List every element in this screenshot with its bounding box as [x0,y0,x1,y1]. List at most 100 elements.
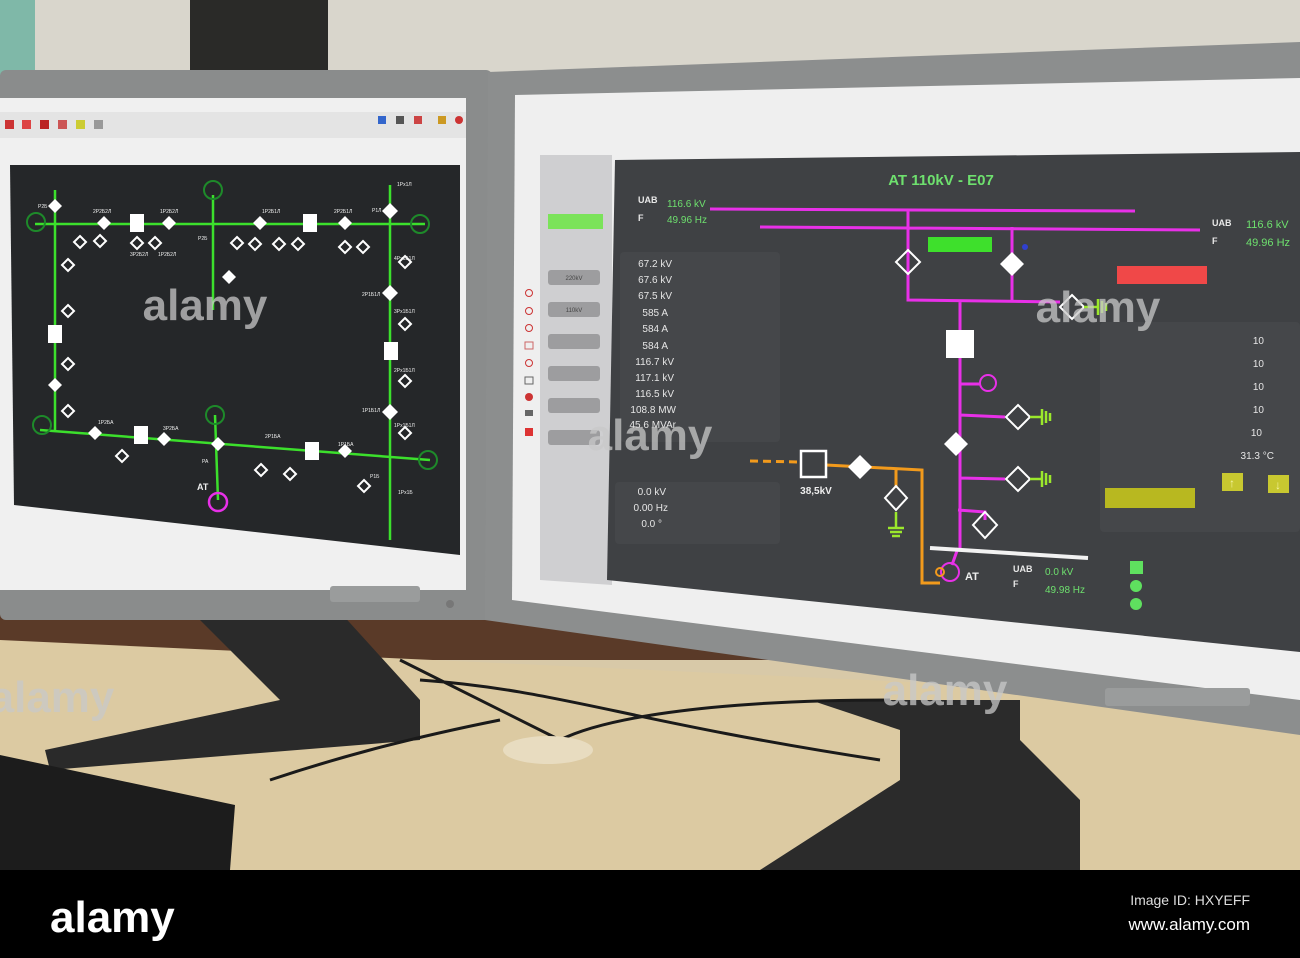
voltage-label: UAB [1212,218,1232,228]
label: 1P1БA [338,442,354,448]
side-button[interactable] [548,334,600,349]
measurement: 67.5 kV [638,291,672,302]
transformer-label: AT [965,571,979,583]
circuit-breaker[interactable] [946,330,974,358]
voltage-value: 116.6 kV [667,199,706,210]
status-led-green [1130,580,1142,592]
frequency-value: 49.96 Hz [1246,237,1290,249]
button-label: 220kV [565,276,582,282]
label: P1Б [370,474,380,480]
measurement: 116.7 kV [635,357,674,368]
frequency-value: 49.96 Hz [667,215,707,226]
toolbar-icon[interactable] [378,116,386,124]
frequency-label: F [1013,579,1019,589]
label: 2P2Б1Л [334,209,352,215]
power-button[interactable] [446,600,454,608]
tap-value: 10 [1253,382,1265,393]
measurement: 585 A [642,308,668,319]
label: 2Px1Б1Л [394,368,415,374]
breaker[interactable] [303,214,317,232]
label: 1P2БA [98,420,114,426]
label: P2Б [198,236,208,242]
label: 1Px1Л [397,182,412,188]
label: P1Л [372,208,381,214]
footer-bar [0,870,1300,958]
footer-url[interactable]: www.alamy.com [1127,915,1250,934]
warning-indicator-yellow [1105,488,1195,508]
tap-value: 10 [1251,428,1263,439]
label: PA [202,459,209,465]
print-icon[interactable] [525,410,533,416]
status-led-green [1130,598,1142,610]
wall-control-panel [190,0,328,80]
monitor-buttons[interactable] [330,586,420,602]
tap-value: 10 [1253,405,1265,416]
toolbar-icon[interactable] [5,120,14,129]
side-button[interactable] [548,366,600,381]
photo-scene: P2Б 2P2Б2Л 1P2Б2Л P2Б 1P2Б1Л 2P2Б1Л P1Л … [0,0,1300,958]
transformer-label: AT [197,482,209,492]
status-square-green [1130,561,1143,574]
frequency-label: F [1212,236,1218,246]
toolbar-icon[interactable] [414,116,422,124]
label: 4Px1Б1Л [394,256,415,262]
measurement: 0.0 kV [638,487,667,498]
left-toolbar [0,112,466,138]
label: 2P2Б2Л [93,209,111,215]
breaker[interactable] [48,325,62,343]
tap-value: 10 [1253,359,1265,370]
toolbar-icon[interactable] [22,120,31,129]
measurement: 117.1 kV [635,373,674,384]
arrow-down-icon: ↓ [1275,478,1281,492]
label: P2Б [38,204,48,210]
label: 2P1БA [265,434,281,440]
footer-logo: alamy [50,893,175,942]
frequency-value: 49.98 Hz [1045,585,1085,596]
measurement: 0.00 Hz [634,503,668,514]
toolbar-icon[interactable] [76,120,85,129]
cable-grommet [503,736,593,764]
watermark: alamy [883,666,1008,715]
measurement: 116.5 kV [635,389,674,400]
status-indicator-green [548,214,603,229]
label: 1P2Б2Л [160,209,178,215]
label: 1P2Б1Л [262,209,280,215]
voltage-level-label: 38,5kV [800,486,832,497]
measurement: 0.0 ° [641,519,662,530]
breaker[interactable] [134,426,148,444]
measurement: 584 A [642,341,668,352]
frequency-label: F [638,213,644,223]
watermark: alamy [143,281,268,330]
indicator-dot [1022,244,1028,250]
alarm-icon[interactable] [525,393,533,401]
label: 3P2БA [163,426,179,432]
alarm-indicator-red [1117,266,1207,284]
voltage-value: 116.6 kV [1246,219,1289,231]
label: 1P2Б2Л [158,252,176,258]
report-icon[interactable] [525,428,533,436]
label: 2P1Б1Л [362,292,380,298]
voltage-label: UAB [638,195,658,205]
toolbar-icon[interactable] [58,120,67,129]
watermark: alamy [588,411,713,460]
breaker[interactable] [305,442,319,460]
label: 3P2Б2Л [130,252,148,258]
measurement: 584 A [642,324,668,335]
power-icon[interactable] [455,116,463,124]
diagram-title: AT 110kV - E07 [888,172,994,189]
voltage-value: 0.0 kV [1045,567,1074,578]
breaker[interactable] [384,342,398,360]
breaker[interactable] [130,214,144,232]
monitor-buttons[interactable] [1105,688,1250,706]
tap-value: 10 [1253,336,1265,347]
status-bar-green [928,237,992,252]
label: 1Px1Б [398,490,413,496]
label: 1Px1Б1Л [394,423,415,429]
toolbar-icon[interactable] [40,120,49,129]
arrow-up-icon: ↑ [1229,476,1235,490]
toolbar-icon[interactable] [94,120,103,129]
toolbar-icon[interactable] [396,116,404,124]
toolbar-icon[interactable] [438,116,446,124]
button-label: 110kV [566,308,583,314]
watermark: alamy [0,673,115,722]
